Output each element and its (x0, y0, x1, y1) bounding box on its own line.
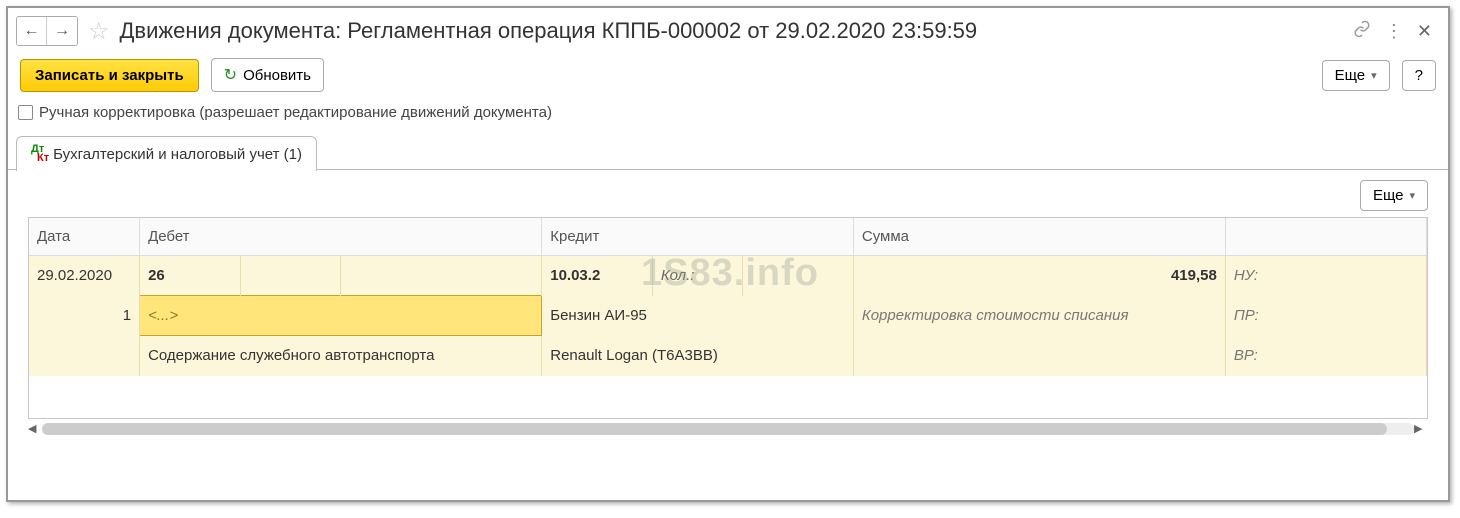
cell-debit-sub1-editing[interactable]: <...> (140, 296, 542, 336)
col-sum[interactable]: Сумма (853, 218, 1225, 256)
cell-nu[interactable]: НУ: (1225, 256, 1426, 296)
window: ← → ☆ Движения документа: Регламентная о… (6, 6, 1450, 502)
col-date[interactable]: Дата (29, 218, 140, 256)
manual-edit-row: Ручная корректировка (разрешает редактир… (8, 102, 1448, 129)
table-header-row: Дата Дебет Кредит Сумма (29, 218, 1427, 256)
table-row[interactable]: 29.02.2020 26 10.03.2 Кол.: 419,58 НУ: (29, 256, 1427, 296)
more-button[interactable]: Еще (1322, 60, 1390, 91)
accounting-grid: Дата Дебет Кредит Сумма 29.02.2020 26 10… (28, 217, 1428, 419)
cell-debit-ext2[interactable] (341, 256, 542, 296)
cell-credit-qty-lbl[interactable]: Кол.: (652, 256, 742, 296)
cell-debit-sub2[interactable]: Содержание служебного автотранспорта (140, 336, 542, 376)
scroll-left-icon[interactable]: ◀ (28, 422, 42, 435)
scroll-thumb[interactable] (42, 423, 1387, 435)
table-blank-row (29, 376, 1427, 418)
manual-edit-checkbox[interactable] (18, 105, 33, 120)
cell-credit-qty[interactable] (743, 256, 854, 296)
cell-debit-ext1[interactable] (240, 256, 341, 296)
back-button[interactable]: ← (17, 17, 47, 45)
title-bar: ← → ☆ Движения документа: Регламентная о… (8, 8, 1448, 48)
table-row[interactable]: 1 <...> Бензин АИ-95 Корректировка стоим… (29, 296, 1427, 336)
col-extra (1225, 218, 1426, 256)
dtkt-icon: ДтКт (31, 145, 49, 163)
cell-empty2[interactable] (853, 336, 1225, 376)
cell-date[interactable]: 29.02.2020 (29, 256, 140, 296)
cell-desc[interactable]: Корректировка стоимости списания (853, 296, 1225, 336)
link-icon[interactable] (1353, 20, 1371, 43)
grid-toolbar: Еще (8, 170, 1448, 217)
cell-credit-sub2[interactable]: Renault Logan (Т6А3ВВ) (542, 336, 854, 376)
close-icon[interactable]: ✕ (1417, 21, 1432, 42)
horizontal-scrollbar[interactable]: ◀ ▶ (28, 421, 1428, 437)
nav-buttons: ← → (16, 16, 78, 46)
cell-rownum: 1 (29, 296, 140, 336)
col-credit[interactable]: Кредит (542, 218, 854, 256)
help-button[interactable]: ? (1402, 60, 1436, 91)
tab-accounting[interactable]: ДтКт Бухгалтерский и налоговый учет (1) (16, 136, 317, 171)
tabs: ДтКт Бухгалтерский и налоговый учет (1) (16, 135, 1448, 170)
forward-button[interactable]: → (47, 17, 77, 45)
cell-credit-sub1[interactable]: Бензин АИ-95 (542, 296, 854, 336)
cell-credit-account[interactable]: 10.03.2 (542, 256, 653, 296)
refresh-label: Обновить (243, 67, 311, 84)
manual-edit-label: Ручная корректировка (разрешает редактир… (39, 104, 552, 121)
page-title: Движения документа: Регламентная операци… (120, 18, 1349, 44)
refresh-button[interactable]: ↻ Обновить (211, 58, 324, 92)
tab-label: Бухгалтерский и налоговый учет (1) (53, 146, 302, 163)
favorite-star-icon[interactable]: ☆ (88, 17, 110, 46)
grid-more-button[interactable]: Еще (1360, 180, 1428, 211)
cell-sum[interactable]: 419,58 (853, 256, 1225, 296)
col-debit[interactable]: Дебет (140, 218, 542, 256)
cell-pr[interactable]: ПР: (1225, 296, 1426, 336)
scroll-track[interactable] (42, 423, 1414, 435)
table-row[interactable]: Содержание служебного автотранспорта Ren… (29, 336, 1427, 376)
cell-vr[interactable]: ВР: (1225, 336, 1426, 376)
scroll-right-icon[interactable]: ▶ (1414, 422, 1428, 435)
kebab-menu-icon[interactable]: ⋮ (1385, 21, 1403, 42)
main-toolbar: Записать и закрыть ↻ Обновить Еще ? (8, 48, 1448, 102)
cell-debit-account[interactable]: 26 (140, 256, 241, 296)
save-close-button[interactable]: Записать и закрыть (20, 59, 199, 92)
cell-empty (29, 336, 140, 376)
refresh-icon: ↻ (224, 65, 237, 85)
